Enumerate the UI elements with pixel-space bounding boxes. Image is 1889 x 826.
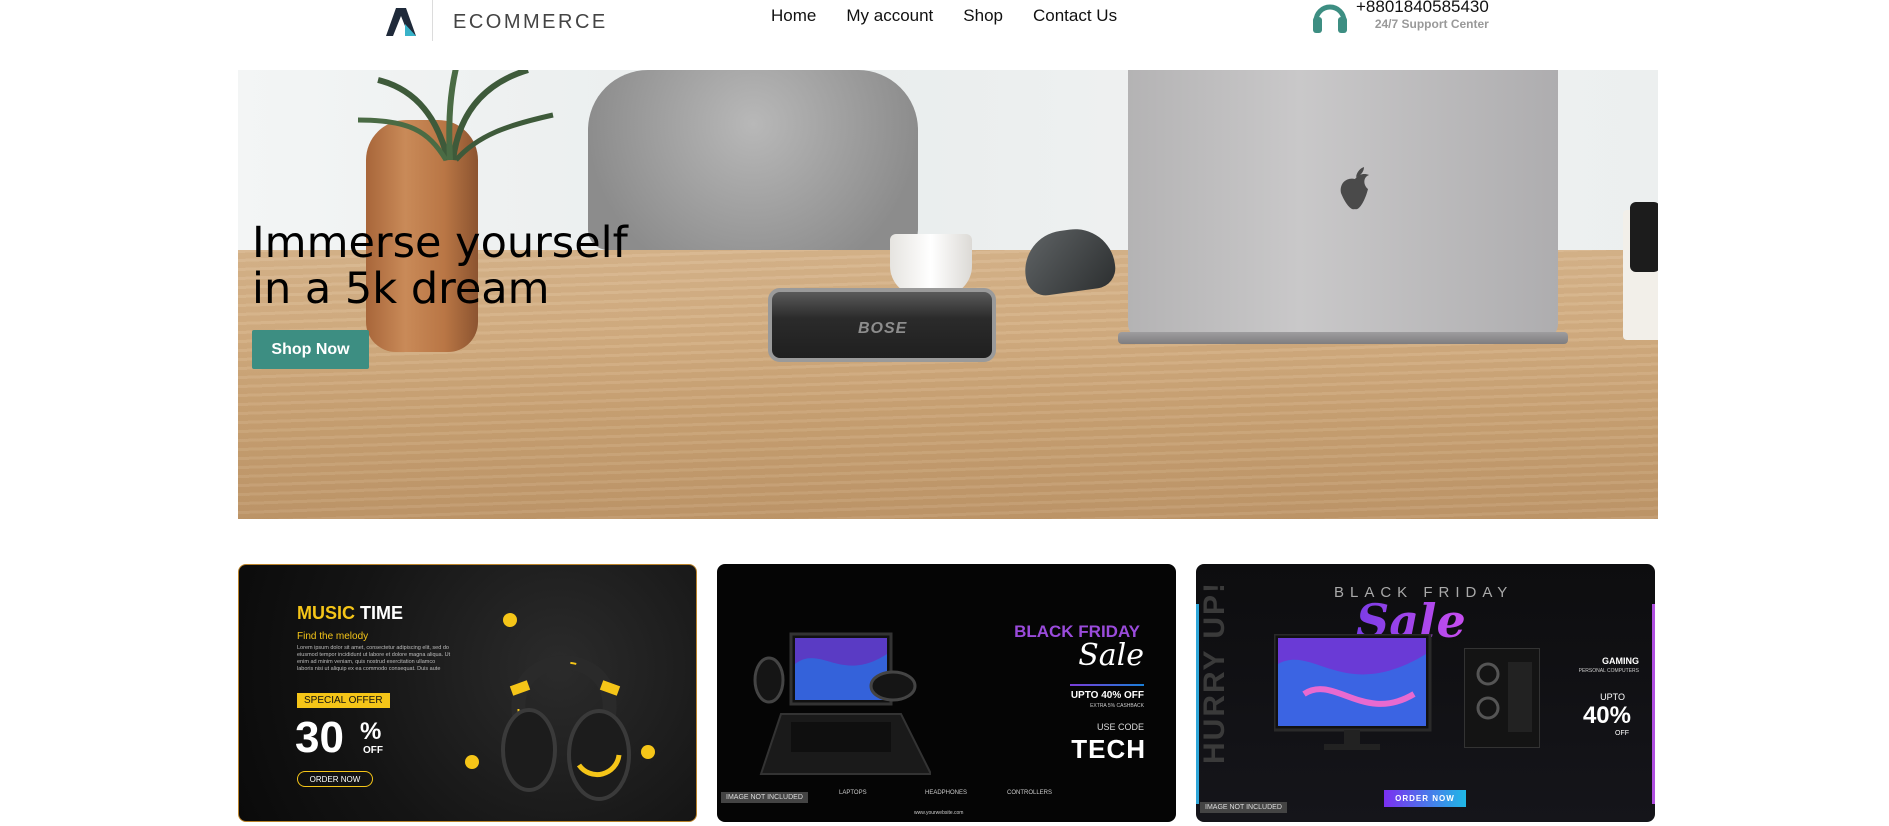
monitor-icon [1274,634,1432,750]
bf-category-laptops: LAPTOPS [839,790,867,796]
music-title: MUSIC TIME [297,603,403,624]
nav-home[interactable]: Home [771,6,816,26]
site-header: ECOMMERCE Home My account Shop Contact U… [0,0,1889,41]
bf-code: TECH [1071,734,1146,764]
promo-banners: MUSIC TIME Find the melody Lorem ipsum d… [238,564,1658,822]
bf-divider [1070,684,1144,686]
logo[interactable]: ECOMMERCE [386,0,608,41]
music-percent-sign: % [360,718,382,745]
gaming-order-button[interactable]: ORDER NOW [1384,790,1466,807]
gaming-banner[interactable]: HURRY UP! BLACK FRIDAY Sale GAMING PERSO… [1196,564,1655,822]
speaker-brand: BOSE [858,320,908,337]
bf-image-note: IMAGE NOT INCLUDED [721,792,808,803]
music-lorem: Lorem ipsum dolor sit amet, consectetur … [297,645,451,672]
hero-banner: BOSE Immerse yourself in a 5k dream Shop… [238,70,1658,519]
music-title-b: TIME [360,603,404,623]
gaming-image-note: IMAGE NOT INCLUDED [1200,802,1287,813]
bf-category-headphones: HEADPHONES [925,790,968,796]
hero-title-line1: Immerse yourself [252,218,628,268]
hero-title: Immerse yourself in a 5k dream [252,220,628,312]
music-banner[interactable]: MUSIC TIME Find the melody Lorem ipsum d… [238,564,697,822]
bf-sale: Sale [1078,638,1144,673]
star-icon [465,755,479,769]
note-icon [503,613,517,627]
nav-contact-us[interactable]: Contact Us [1033,6,1117,26]
pc-tower-icon [1464,648,1540,748]
black-friday-banner[interactable]: BLACK FRIDAY Sale UPTO 40% OFF EXTRA 5% … [717,564,1176,822]
heart-icon [641,745,655,759]
headset-icon [1313,4,1347,33]
bf-website: www.yourwebsite.com [914,810,964,816]
music-off: OFF [363,745,383,756]
logo-mark-icon [386,8,416,36]
music-percent: 30 [295,713,344,762]
gaming-label: GAMING [1602,656,1639,666]
bf-category-controllers: CONTROLLERS [1007,790,1053,796]
hero-speaker: BOSE [768,288,996,362]
bf-cashback: EXTRA 5% CASHBACK [1090,703,1144,709]
main-nav: Home My account Shop Contact Us [771,6,1117,26]
music-order-button[interactable]: ORDER NOW [297,771,373,787]
gaming-off: OFF [1615,730,1629,737]
support-info: +8801840585430 24/7 Support Center [1310,0,1489,33]
laptop-icon [753,632,931,775]
nav-shop[interactable]: Shop [963,6,1003,26]
logo-text: ECOMMERCE [453,10,608,33]
headphones-icon [501,655,631,801]
hero-title-line2: in a 5k dream [252,264,550,314]
shop-now-button[interactable]: Shop Now [252,330,369,369]
hero-chair [588,70,918,250]
support-label: 24/7 Support Center [1374,17,1489,31]
logo-divider [432,0,433,41]
hero-cup [890,234,972,296]
bf-use-code: USE CODE [1096,722,1144,732]
music-subtitle: Find the melody [297,631,369,642]
apple-logo-icon [1340,167,1369,210]
hero-laptop-base [1118,332,1568,344]
nav-my-account[interactable]: My account [846,6,933,26]
bf-upto: UPTO 40% OFF [1070,690,1144,701]
gaming-percent: 40% [1582,702,1631,729]
hurry-up: HURRY UP! [1198,580,1231,764]
plant-icon [357,70,554,162]
gaming-edge-right [1652,604,1655,804]
music-title-a: MUSIC [297,603,355,623]
gaming-sub: PERSONAL COMPUTERS [1578,668,1639,674]
support-phone[interactable]: +8801840585430 [1356,0,1489,17]
special-offer-badge: SPECIAL OFFER [297,693,390,708]
hero-phone [1630,202,1658,272]
gaming-upto: UPTO [1600,692,1625,702]
